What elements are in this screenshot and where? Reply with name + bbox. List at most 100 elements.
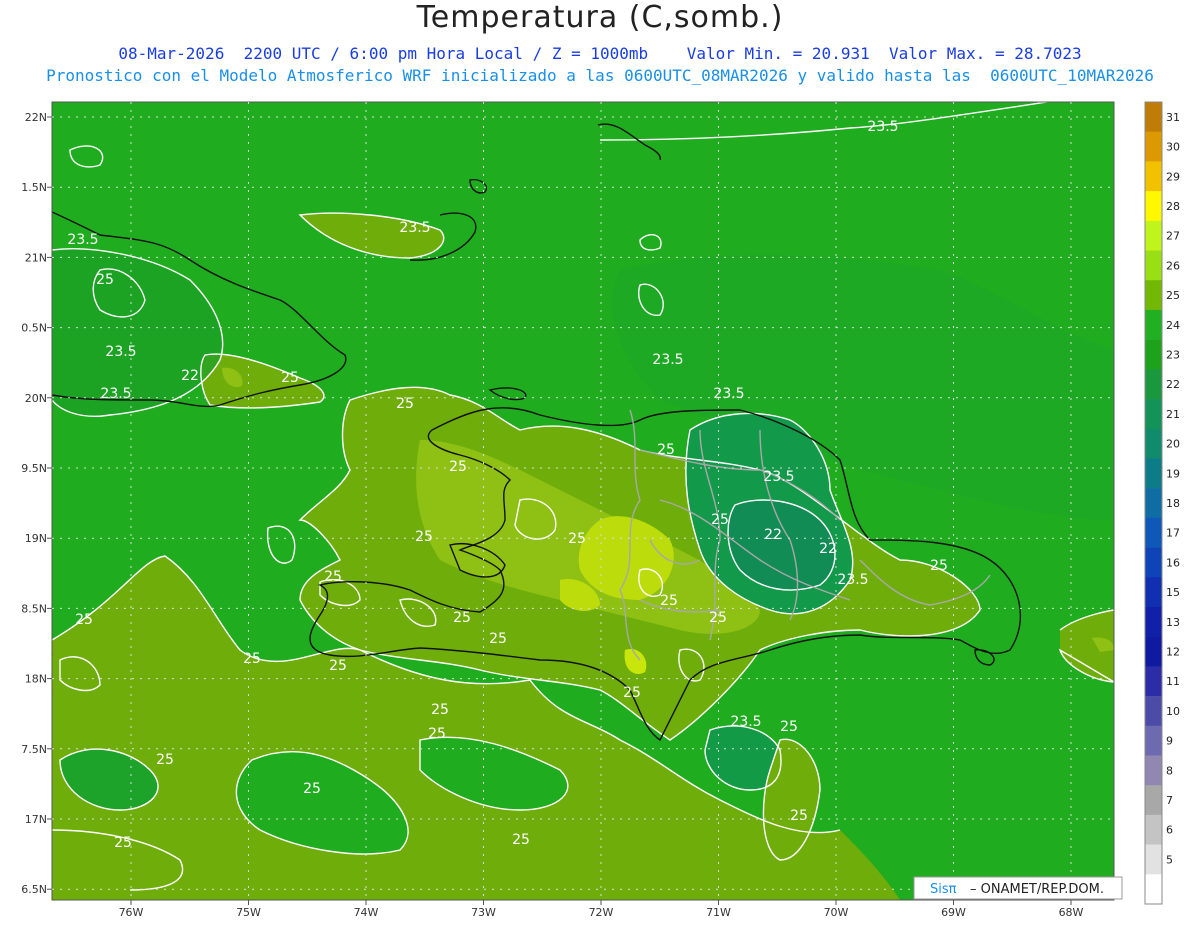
- lon-label: 69W: [941, 906, 966, 919]
- contour-label: 22: [764, 527, 782, 543]
- legend-swatch: [1145, 666, 1162, 697]
- legend-swatch: [1145, 280, 1162, 311]
- lon-label: 72W: [589, 906, 614, 919]
- legend-tick: 15: [1166, 586, 1180, 599]
- contour-label: 23.5: [867, 119, 898, 135]
- latitude-labels: 22N 1.5N 21N 0.5N 20N 9.5N 19N 8.5N 18N 7.5N 17N 6.…: [21, 111, 52, 896]
- contour-label: 25: [780, 719, 798, 735]
- legend-swatch: [1145, 102, 1162, 133]
- legend-tick: 19: [1166, 467, 1180, 480]
- contour-label: 25: [415, 529, 433, 545]
- legend-swatch: [1145, 874, 1162, 905]
- legend-swatch: [1145, 131, 1162, 162]
- legend-tick: 25: [1166, 289, 1180, 302]
- contour-label: 25: [96, 272, 114, 288]
- legend-swatch: [1145, 755, 1162, 786]
- attribution-box: Sisπ – ONAMET/REP.DOM.: [913, 876, 1123, 900]
- legend-tick: 27: [1166, 230, 1180, 243]
- legend-tick: 17: [1166, 527, 1180, 540]
- contour-label: 25: [449, 459, 467, 475]
- legend-swatch: [1145, 220, 1162, 251]
- legend-tick: 5: [1166, 853, 1173, 866]
- longitude-labels: 76W 75W 74W 73W 72W 71W 70W 69W 68W: [119, 900, 1084, 919]
- color-legend: 31 30 29 28 27 26 25 24 23 22 21 20 19 18 17 16 15 13 12 11…: [1144, 101, 1180, 905]
- contour-label: 25: [623, 685, 641, 701]
- lon-label: 70W: [824, 906, 849, 919]
- lat-label: 19N: [25, 532, 47, 545]
- lat-label: 1.5N: [21, 181, 47, 194]
- contour-label: 25: [489, 631, 507, 647]
- contour-label: 25: [156, 752, 174, 768]
- contour-label: 23.5: [100, 386, 131, 402]
- lat-label: 9.5N: [21, 462, 47, 475]
- contour-label: 25: [453, 610, 471, 626]
- legend-tick: 29: [1166, 170, 1180, 183]
- legend-swatch: [1145, 161, 1162, 192]
- legend-swatch: [1145, 785, 1162, 816]
- lon-label: 68W: [1059, 906, 1084, 919]
- legend-tick: 21: [1166, 408, 1180, 421]
- legend-swatch: [1145, 250, 1162, 281]
- lat-label: 22N: [25, 111, 47, 124]
- legend-tick: 22: [1166, 378, 1180, 391]
- legend-swatch: [1145, 488, 1162, 519]
- lat-label: 21N: [25, 251, 47, 264]
- lat-label: 8.5N: [21, 602, 47, 615]
- legend-tick: 23: [1166, 348, 1180, 361]
- legend-swatch: [1145, 844, 1162, 875]
- contour-label: 25: [568, 531, 586, 547]
- sispi-logo: Sisπ: [930, 882, 957, 897]
- legend-swatch: [1145, 458, 1162, 489]
- legend-tick: 16: [1166, 556, 1180, 569]
- contour-label: 25: [281, 370, 299, 386]
- legend-swatch: [1145, 517, 1162, 548]
- contour-label: 25: [711, 512, 729, 528]
- lat-label: 7.5N: [21, 743, 47, 756]
- contour-label: 25: [660, 593, 678, 609]
- legend-swatch: [1145, 399, 1162, 430]
- temperature-map: 23.52523.52223.523.523.5252523.523.52525…: [21, 101, 1180, 919]
- contour-label: 25: [329, 658, 347, 674]
- lat-label: 0.5N: [21, 322, 47, 335]
- contour-label: 23.5: [399, 220, 430, 236]
- contour-label: 25: [324, 569, 342, 585]
- lon-label: 71W: [706, 906, 731, 919]
- legend-tick: 18: [1166, 497, 1180, 510]
- contour-label: 25: [75, 612, 93, 628]
- legend-tick: 24: [1166, 319, 1180, 332]
- contour-label: 25: [428, 726, 446, 742]
- legend-swatch: [1145, 606, 1162, 637]
- legend-swatch: [1145, 725, 1162, 756]
- attribution-text: – ONAMET/REP.DOM.: [970, 882, 1104, 897]
- lat-label: 18N: [25, 673, 47, 686]
- legend-swatch: [1145, 636, 1162, 667]
- contour-label: 23.5: [105, 344, 136, 360]
- legend-tick: 20: [1166, 438, 1180, 451]
- legend-swatch: [1145, 547, 1162, 578]
- contour-label: 25: [431, 702, 449, 718]
- contour-label: 23.5: [837, 572, 868, 588]
- contour-label: 25: [790, 808, 808, 824]
- legend-swatch: [1145, 191, 1162, 222]
- legend-tick: 26: [1166, 259, 1180, 272]
- contour-label: 25: [114, 835, 132, 851]
- lon-label: 73W: [471, 906, 496, 919]
- lon-label: 75W: [236, 906, 261, 919]
- legend-swatch: [1145, 577, 1162, 608]
- contour-label: 23.5: [652, 352, 683, 368]
- legend-tick: 28: [1166, 200, 1180, 213]
- contour-label: 22: [181, 368, 199, 384]
- lon-label: 76W: [119, 906, 144, 919]
- contour-label: 23.5: [67, 232, 98, 248]
- contour-label: 25: [512, 832, 530, 848]
- legend-tick: 9: [1166, 735, 1173, 748]
- legend-swatch: [1145, 428, 1162, 459]
- lat-label: 6.5N: [21, 883, 47, 896]
- contour-label: 23.5: [763, 469, 794, 485]
- lon-label: 74W: [354, 906, 379, 919]
- contour-label: 25: [657, 442, 675, 458]
- contour-label: 23.5: [730, 714, 761, 730]
- legend-tick: 13: [1166, 616, 1180, 629]
- contour-label: 22: [819, 541, 837, 557]
- legend-tick: 10: [1166, 705, 1180, 718]
